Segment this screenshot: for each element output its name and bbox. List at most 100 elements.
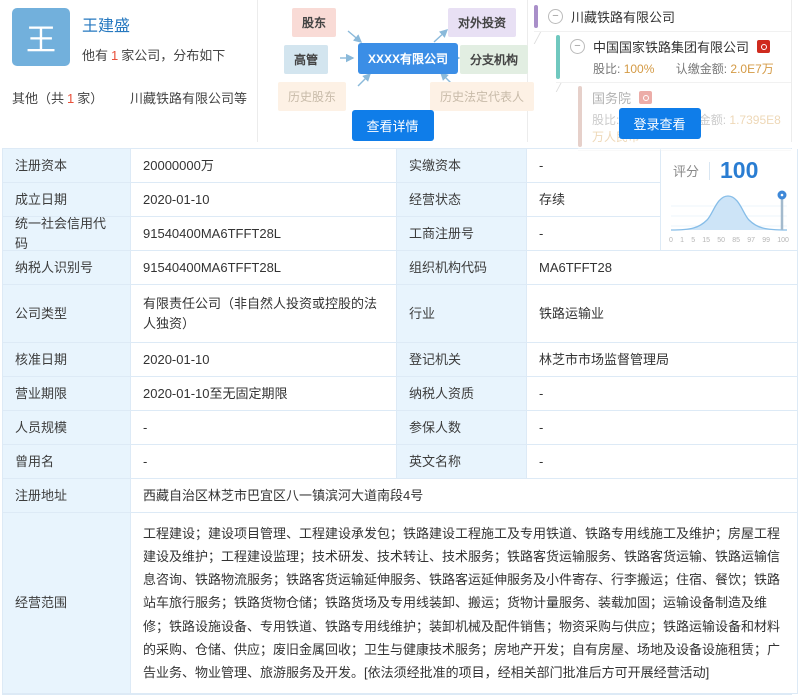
stripe [534,5,538,28]
score-label: 评分 [673,161,699,180]
gov-emblem-icon [757,40,770,53]
field-label: 营业期限 [3,377,131,411]
company-group-row: 其他（共1家） 川藏铁路有限公司等 [12,88,247,107]
field-value: - [527,377,798,411]
axis-tick: 50 [717,237,725,244]
group-prefix: 其他（共 [12,91,64,106]
field-value: - [527,217,661,251]
field-label: 行业 [397,285,527,343]
person-summary: 他有1家公司，分布如下 [82,45,225,64]
field-value: 2020-01-10 [131,183,397,217]
field-value: - [527,149,661,183]
company-info-table: 注册资本 20000000万 实缴资本 - 评分 100 0 1 [2,148,792,695]
view-details-button[interactable]: 查看详情 [351,110,433,141]
field-label: 曾用名 [3,445,131,479]
ratio-value: 100% [624,62,655,76]
field-label: 工商注册号 [397,217,527,251]
summary-prefix: 他有 [82,48,108,63]
field-label: 公司类型 [3,285,131,343]
score-value: 100 [720,157,758,184]
field-label: 经营状态 [397,183,527,217]
field-value: MA6TFFT28 [527,251,798,285]
group-company-list: 川藏铁路有限公司等 [130,88,247,107]
axis-tick: 1 [680,237,684,244]
axis-tick: 100 [777,237,789,244]
tree-row-shareholder: − 中国国家铁路集团有限公司 股比: 100% 认缴金额: 2.0E7万 [556,32,791,83]
avatar: 王 [12,8,70,66]
tree-row-root: − 川藏铁路有限公司 [534,2,791,32]
summary-suffix: 家公司，分布如下 [121,48,225,63]
field-value: - [527,411,798,445]
graph-node-executives: 高管 [284,45,328,74]
collapse-icon[interactable]: − [570,39,585,54]
graph-node-history-shareholders: 历史股东 [278,82,346,111]
axis-tick: 0 [669,237,673,244]
field-value: 20000000万 [131,149,397,183]
axis-tick: 15 [702,237,710,244]
field-value: - [527,445,798,479]
field-value: 有限责任公司（非自然人投资或控股的法人独资） [131,285,397,343]
relationship-graph: 股东 对外投资 高管 XXXX有限公司 分支机构 历史股东 历史法定代表人 查看… [258,0,528,142]
field-value: 铁路运输业 [527,285,798,343]
group-suffix: 家） [77,91,103,106]
group-label: 其他（共1家） [12,88,130,107]
field-value: 91540400MA6TFFT28L [131,217,397,251]
field-label: 纳税人资质 [397,377,527,411]
field-value: - [131,445,397,479]
top-section: 王 王建盛 他有1家公司，分布如下 其他（共1家） 川藏铁路有限公司等 [2,0,792,142]
field-label: 注册资本 [3,149,131,183]
field-label: 成立日期 [3,183,131,217]
field-value: 2020-01-10 [131,343,397,377]
tree-node-link[interactable]: 中国国家铁路集团有限公司 [593,37,749,56]
field-label: 人员规模 [3,411,131,445]
field-value: 2020-01-10至无固定期限 [131,377,397,411]
field-label: 注册地址 [3,479,131,513]
shareholding-info: 股比: 100% 认缴金额: 2.0E7万 [570,60,783,77]
field-value: 存续 [527,183,661,217]
field-label: 组织机构代码 [397,251,527,285]
graph-node-outbound-investment: 对外投资 [448,8,516,37]
axis-tick: 85 [732,237,740,244]
field-label: 核准日期 [3,343,131,377]
score-panel: 评分 100 0 1 5 15 50 85 97 99 [661,149,798,251]
person-name-link[interactable]: 王建盛 [82,12,130,36]
axis-tick: 5 [691,237,695,244]
field-value: 91540400MA6TFFT28L [131,251,397,285]
group-count: 1 [67,91,74,106]
tree-root-link[interactable]: 川藏铁路有限公司 [571,7,675,26]
field-label: 参保人数 [397,411,527,445]
gov-emblem-icon [639,91,652,104]
graph-node-company: XXXX有限公司 [358,43,458,74]
field-label: 经营范围 [3,513,131,694]
field-value-business-scope: 工程建设；建设项目管理、工程建设承发包；铁路建设工程施工及专用铁道、铁路专用线施… [131,513,798,694]
field-label: 实缴资本 [397,149,527,183]
field-value: 西藏自治区林芝市巴宜区八一镇滨河大道南段4号 [131,479,798,513]
login-to-view-button[interactable]: 登录查看 [618,108,700,139]
graph-node-shareholders: 股东 [292,8,336,37]
ratio-label: 股比: [593,62,620,76]
stripe [578,86,582,147]
field-value: - [131,411,397,445]
collapse-icon[interactable]: − [548,9,563,24]
company-count: 1 [111,48,118,63]
field-label: 英文名称 [397,445,527,479]
axis-tick: 99 [762,237,770,244]
tree-node-link[interactable]: 国务院 [592,88,631,107]
stripe [556,35,560,79]
field-label: 纳税人识别号 [3,251,131,285]
person-card: 王 王建盛 他有1家公司，分布如下 其他（共1家） 川藏铁路有限公司等 [2,0,258,142]
field-label: 登记机关 [397,343,527,377]
field-label: 统一社会信用代码 [3,217,131,251]
graph-node-branches: 分支机构 [460,45,528,74]
amount-label: 认缴金额: [676,62,727,76]
equity-tree: − 川藏铁路有限公司 − 中国国家铁路集团有限公司 股比: 100% 认缴金额: [528,0,791,142]
company-profile-page: 王 王建盛 他有1家公司，分布如下 其他（共1家） 川藏铁路有限公司等 [0,0,800,647]
divider [709,162,710,180]
axis-tick: 97 [747,237,755,244]
graph-node-history-legal-rep: 历史法定代表人 [430,82,534,111]
ratio-label: 股比: [592,113,619,127]
field-value: 林芝市市场监督管理局 [527,343,798,377]
score-distribution-chart [667,184,791,234]
amount-value: 2.0E7万 [730,62,773,76]
score-axis: 0 1 5 15 50 85 97 99 100 [667,237,791,244]
